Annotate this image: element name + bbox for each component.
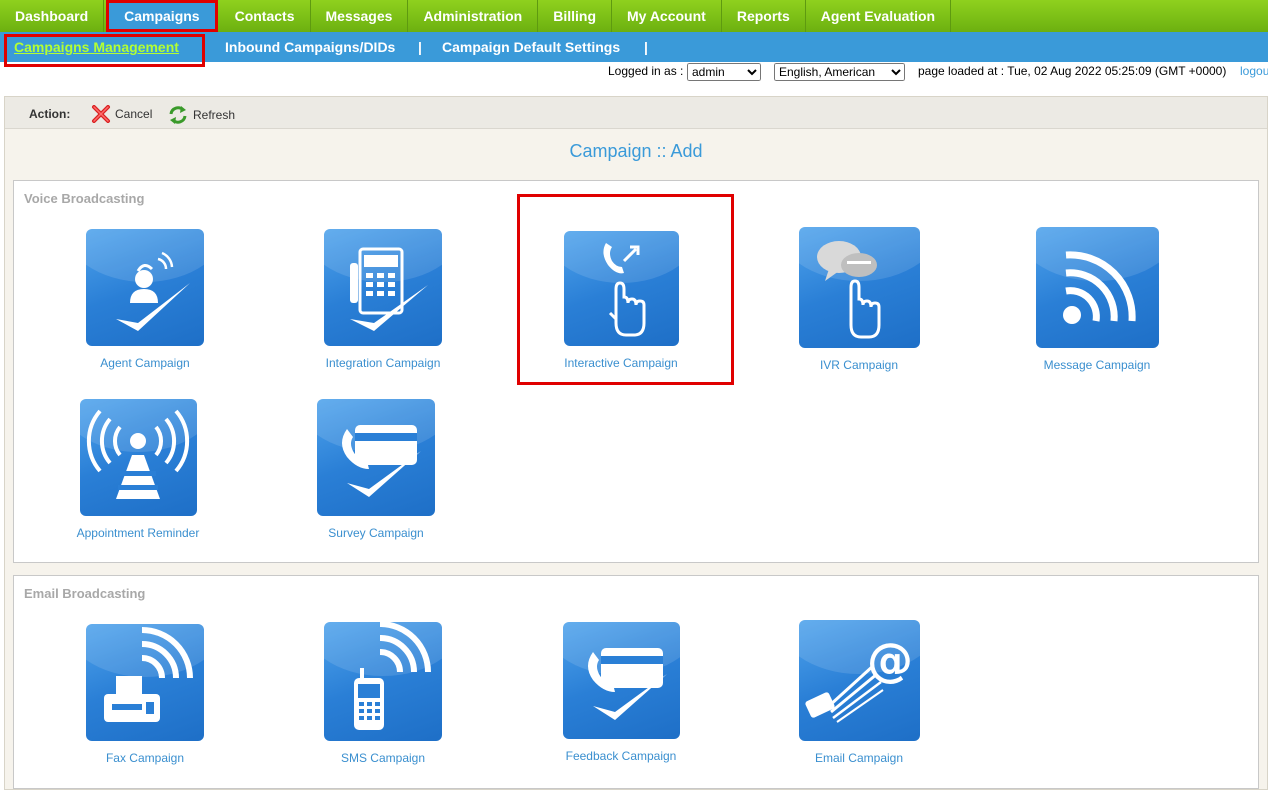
subnav-campaign-default-settings[interactable]: Campaign Default Settings xyxy=(442,32,620,62)
item-label: Integration Campaign xyxy=(325,356,441,370)
tab-billing[interactable]: Billing xyxy=(538,0,612,32)
action-label: Action: xyxy=(29,107,71,121)
appointment-reminder-option[interactable]: Appointment Reminder xyxy=(38,399,238,540)
logged-in-label: Logged in as : xyxy=(608,64,684,78)
feedback-campaign-option[interactable]: Feedback Campaign xyxy=(521,622,721,763)
ivr-campaign-option[interactable]: IVR Campaign xyxy=(759,227,959,372)
survey-campaign-option[interactable]: Survey Campaign xyxy=(276,399,476,540)
agent-campaign-option[interactable]: Agent Campaign xyxy=(45,229,245,370)
integration-campaign-option[interactable]: Integration Campaign xyxy=(283,229,483,370)
user-select[interactable]: admin xyxy=(687,63,761,81)
status-bar: Logged in as : admin English, American p… xyxy=(0,62,1268,84)
tab-my-account[interactable]: My Account xyxy=(612,0,722,32)
logout-link[interactable]: logou xyxy=(1240,64,1268,78)
item-label: Fax Campaign xyxy=(105,751,185,765)
item-label: Feedback Campaign xyxy=(565,749,677,763)
cancel-icon xyxy=(92,105,110,123)
email-broadcasting-section: Email Broadcasting Fax Campaign SMS Camp… xyxy=(13,575,1259,789)
main-panel: Action: Cancel Refresh Campaign :: Add V… xyxy=(4,96,1268,790)
tab-reports[interactable]: Reports xyxy=(722,0,806,32)
feedback-card-icon xyxy=(562,622,680,739)
item-label: Email Campaign xyxy=(814,751,904,765)
cancel-label: Cancel xyxy=(115,107,153,121)
subnav-separator: | xyxy=(644,39,648,55)
refresh-button[interactable]: Refresh xyxy=(167,105,235,125)
action-bar: Action: Cancel Refresh xyxy=(5,97,1267,129)
sms-campaign-option[interactable]: SMS Campaign xyxy=(283,622,483,765)
fax-machine-icon xyxy=(86,624,204,741)
subnav-inbound-campaigns[interactable]: Inbound Campaigns/DIDs xyxy=(225,32,395,62)
subnav-separator: | xyxy=(418,39,422,55)
fax-campaign-option[interactable]: Fax Campaign xyxy=(45,624,245,765)
tab-administration[interactable]: Administration xyxy=(408,0,539,32)
highlight-box xyxy=(517,194,734,385)
tab-agent-evaluation[interactable]: Agent Evaluation xyxy=(806,0,952,32)
broadcast-tower-icon xyxy=(79,399,197,516)
fax-phone-icon xyxy=(324,229,442,346)
top-nav: Dashboard Campaigns Contacts Messages Ad… xyxy=(0,0,1268,32)
page-loaded-text: page loaded at : Tue, 02 Aug 2022 05:25:… xyxy=(918,64,1227,78)
tab-dashboard[interactable]: Dashboard xyxy=(0,0,105,32)
section-title: Voice Broadcasting xyxy=(24,191,145,206)
refresh-icon xyxy=(169,106,187,124)
item-label: Appointment Reminder xyxy=(76,526,200,540)
tab-contacts[interactable]: Contacts xyxy=(220,0,311,32)
wireless-signal-icon xyxy=(1035,227,1159,348)
tab-campaigns[interactable]: Campaigns xyxy=(106,0,218,32)
item-label: SMS Campaign xyxy=(340,751,426,765)
ivr-chat-icon xyxy=(798,227,920,348)
email-campaign-option[interactable]: @ Email Campaign xyxy=(759,620,959,765)
item-label: Agent Campaign xyxy=(100,356,190,370)
cancel-button[interactable]: Cancel xyxy=(91,105,152,123)
page-title: Campaign :: Add xyxy=(569,141,703,161)
email-at-icon: @ xyxy=(798,620,920,741)
item-label: Survey Campaign xyxy=(328,526,424,540)
message-campaign-option[interactable]: Message Campaign xyxy=(997,227,1197,372)
item-label: Message Campaign xyxy=(1043,358,1151,372)
svg-text:@: @ xyxy=(867,633,913,687)
refresh-label: Refresh xyxy=(193,108,236,122)
mobile-phone-icon xyxy=(324,622,442,741)
tab-messages[interactable]: Messages xyxy=(311,0,409,32)
agent-icon xyxy=(86,229,204,346)
language-select[interactable]: English, American xyxy=(774,63,905,81)
item-label: IVR Campaign xyxy=(819,358,899,372)
section-title: Email Broadcasting xyxy=(24,586,146,601)
survey-card-icon xyxy=(317,399,435,516)
